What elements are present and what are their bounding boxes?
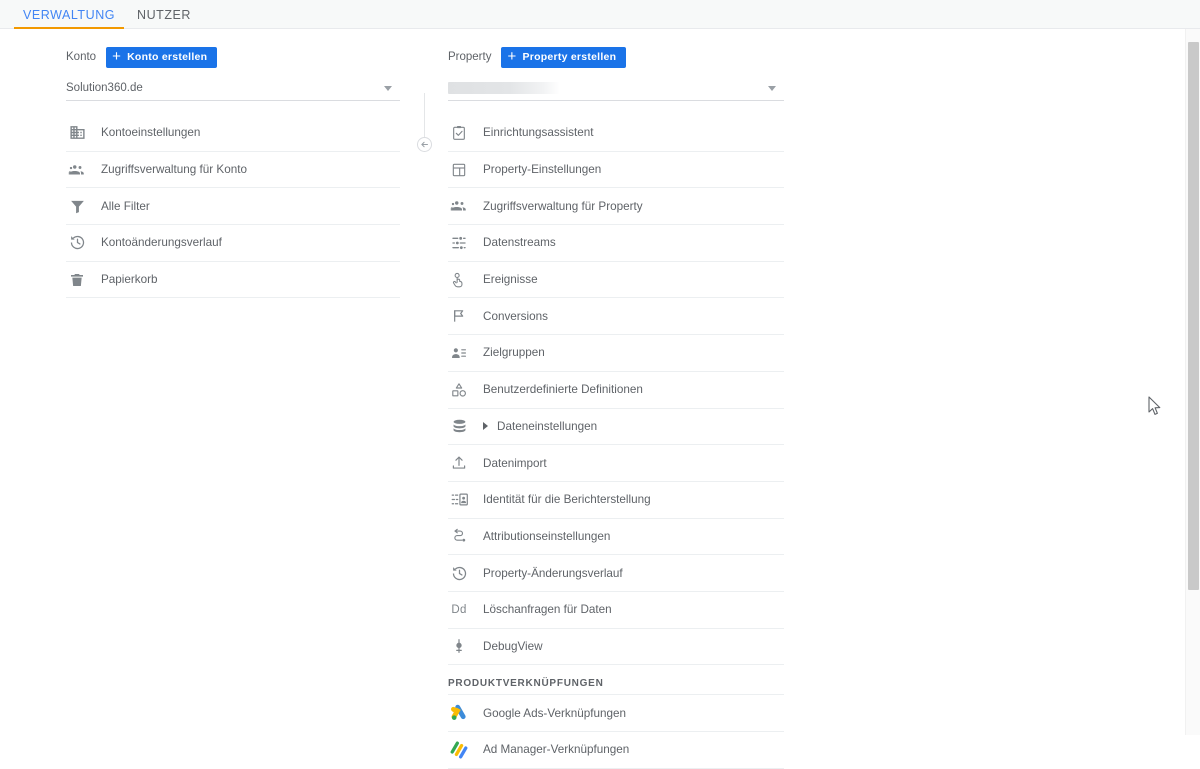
clipboard-check-icon — [448, 122, 470, 144]
people-icon — [66, 159, 88, 181]
menu-item-alle-filter[interactable]: Alle Filter — [66, 188, 400, 226]
debug-icon — [448, 635, 470, 657]
property-label: Property — [448, 51, 492, 63]
menu-item-einrichtungsassistent[interactable]: Einrichtungsassistent — [448, 115, 784, 152]
admin-page: Konto + Konto erstellen Solution360.de K… — [0, 29, 1200, 769]
building-icon — [66, 122, 88, 144]
account-column: Konto + Konto erstellen Solution360.de K… — [66, 29, 400, 299]
menu-item-label: Papierkorb — [101, 273, 158, 287]
history-icon — [448, 562, 470, 584]
menu-item-label: Datenimport — [483, 456, 547, 470]
menu-item-label: Dateneinstellungen — [497, 419, 598, 433]
menu-item-conversions[interactable]: Conversions — [448, 298, 784, 336]
menu-item-label: Conversions — [483, 309, 548, 323]
menu-item-label: Attributionseinstellungen — [483, 529, 611, 543]
tab-verwaltung-label: VERWALTUNG — [22, 7, 116, 22]
tap-hand-icon — [448, 269, 470, 291]
audience-icon — [448, 342, 470, 364]
create-account-button-label: Konto erstellen — [127, 51, 208, 63]
people-icon — [448, 195, 470, 217]
menu-item-dateneinstellungen[interactable]: Dateneinstellungen — [448, 409, 784, 446]
menu-item-label: DebugView — [483, 639, 543, 653]
create-property-button[interactable]: + Property erstellen — [501, 46, 627, 68]
google-ads-icon — [448, 702, 470, 724]
menu-item-label: Ad Manager-Verknüpfungen — [483, 743, 630, 757]
menu-item-property-aenderungsverlauf[interactable]: Property-Änderungsverlauf — [448, 555, 784, 592]
menu-item-debugview[interactable]: DebugView — [448, 629, 784, 666]
menu-item-google-ads-verknuepfungen[interactable]: Google Ads-Verknüpfungen — [448, 695, 784, 732]
tab-verwaltung[interactable]: VERWALTUNG — [14, 0, 124, 29]
menu-item-label: Zugriffsverwaltung für Konto — [101, 163, 247, 177]
data-streams-icon — [448, 232, 470, 254]
dd-text-icon: Dd — [451, 603, 467, 616]
property-select[interactable] — [448, 75, 784, 101]
menu-item-benutzerdefinierte-definitionen[interactable]: Benutzerdefinierte Definitionen — [448, 372, 784, 409]
menu-item-kontoaenderungsverlauf[interactable]: Kontoänderungsverlauf — [66, 225, 400, 262]
create-account-button[interactable]: + Konto erstellen — [106, 46, 218, 68]
tab-nutzer[interactable]: NUTZER — [132, 0, 196, 29]
account-column-header: Konto + Konto erstellen — [66, 29, 400, 71]
database-icon — [448, 415, 470, 437]
menu-item-label: Property-Änderungsverlauf — [483, 566, 623, 580]
trash-icon — [66, 269, 88, 291]
menu-item-label: Einrichtungsassistent — [483, 126, 594, 140]
menu-item-papierkorb[interactable]: Papierkorb — [66, 262, 400, 299]
create-property-button-label: Property erstellen — [522, 51, 617, 63]
menu-item-ereignisse[interactable]: Ereignisse — [448, 262, 784, 299]
menu-item-label: Löschanfragen für Daten — [483, 603, 612, 617]
menu-item-label: Zugriffsverwaltung für Property — [483, 199, 643, 213]
menu-item-attributionseinstellungen[interactable]: Attributionseinstellungen — [448, 519, 784, 556]
menu-item-zugriffsverwaltung-konto[interactable]: Zugriffsverwaltung für Konto — [66, 152, 400, 189]
filter-icon — [66, 195, 88, 217]
menu-item-label: Benutzerdefinierte Definitionen — [483, 383, 643, 397]
account-menu: Kontoeinstellungen Zugriffsverwaltung fü… — [66, 115, 400, 299]
plus-icon: + — [507, 48, 517, 65]
flag-icon — [448, 305, 470, 327]
property-column: Property + Property erstellen Einrichtun… — [448, 29, 784, 769]
menu-item-label: Identität für die Berichterstellung — [483, 493, 651, 507]
menu-item-datenimport[interactable]: Datenimport — [448, 445, 784, 482]
chevron-right-icon[interactable] — [483, 422, 488, 431]
menu-item-label: Datenstreams — [483, 236, 556, 250]
account-select[interactable]: Solution360.de — [66, 75, 400, 101]
menu-item-ad-manager-verknuepfungen[interactable]: Ad Manager-Verknüpfungen — [448, 732, 784, 769]
chevron-down-icon — [768, 85, 776, 91]
menu-item-label: Property-Einstellungen — [483, 163, 602, 177]
account-select-value: Solution360.de — [66, 81, 143, 94]
product-links-heading: PRODUKTVERKNÜPFUNGEN — [448, 665, 784, 696]
menu-item-loeschanfragen-fuer-daten[interactable]: Dd Löschanfragen für Daten — [448, 592, 784, 629]
plus-icon: + — [112, 48, 122, 65]
ad-manager-icon — [448, 739, 470, 761]
history-icon — [66, 232, 88, 254]
menu-item-identitaet-berichterstellung[interactable]: Identität für die Berichterstellung — [448, 482, 784, 519]
account-label: Konto — [66, 51, 97, 63]
reporting-identity-icon — [448, 489, 470, 511]
chevron-down-icon — [384, 85, 392, 91]
vertical-scrollbar-thumb[interactable] — [1188, 42, 1199, 590]
menu-item-label: Alle Filter — [101, 199, 150, 213]
property-column-header: Property + Property erstellen — [448, 29, 784, 71]
menu-item-label: Kontoänderungsverlauf — [101, 236, 222, 250]
menu-item-label: Google Ads-Verknüpfungen — [483, 706, 626, 720]
vertical-scrollbar-track[interactable] — [1185, 29, 1200, 735]
menu-item-zielgruppen[interactable]: Zielgruppen — [448, 335, 784, 372]
menu-item-kontoeinstellungen[interactable]: Kontoeinstellungen — [66, 115, 400, 152]
menu-item-label: Zielgruppen — [483, 346, 545, 360]
attribution-icon — [448, 525, 470, 547]
property-menu: Einrichtungsassistent Property-Einstellu… — [448, 115, 784, 769]
layout-panel-icon — [448, 159, 470, 181]
menu-item-label: Kontoeinstellungen — [101, 126, 201, 140]
menu-item-zugriffsverwaltung-property[interactable]: Zugriffsverwaltung für Property — [448, 188, 784, 226]
tab-nutzer-label: NUTZER — [137, 7, 191, 22]
shapes-icon — [448, 379, 470, 401]
menu-item-label: Ereignisse — [483, 273, 538, 287]
upload-icon — [448, 452, 470, 474]
collapse-left-icon[interactable] — [417, 137, 432, 152]
product-links-heading-label: PRODUKTVERKNÜPFUNGEN — [448, 678, 604, 690]
top-tab-bar: VERWALTUNG NUTZER — [0, 0, 1200, 29]
menu-item-datenstreams[interactable]: Datenstreams — [448, 225, 784, 262]
property-select-value-redacted — [448, 81, 560, 94]
menu-item-property-einstellungen[interactable]: Property-Einstellungen — [448, 152, 784, 189]
